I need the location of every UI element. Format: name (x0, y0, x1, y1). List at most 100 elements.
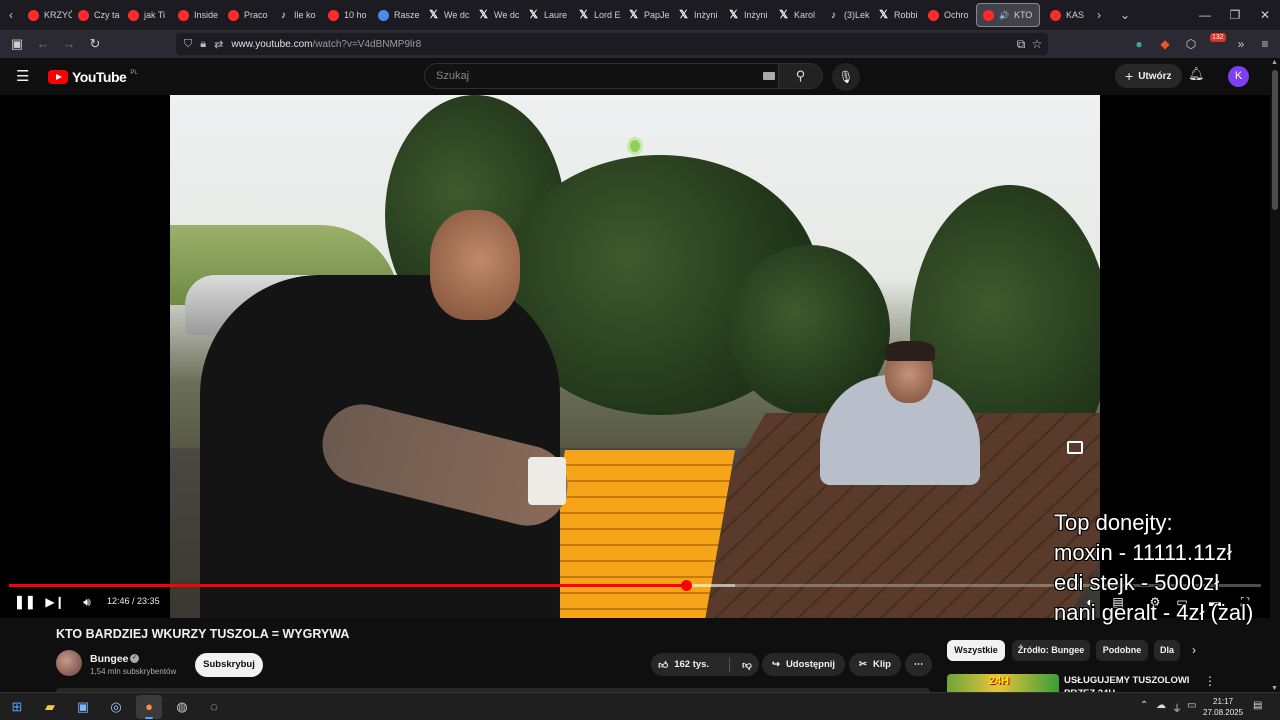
tab[interactable]: 𝕏 We dc (472, 0, 522, 30)
tab-scroll-left-icon[interactable]: ‹ (0, 8, 22, 22)
close-window-icon[interactable]: ✕ (1250, 0, 1280, 30)
like-button[interactable]: 👍︎ 162 tys. (658, 659, 709, 671)
video-frame[interactable] (170, 95, 1100, 618)
tab[interactable]: Ochro (922, 0, 972, 30)
app-icon[interactable]: ◍ (169, 695, 195, 719)
tab[interactable]: 𝕏 Robbi (872, 0, 922, 30)
extensions-icon[interactable]: ⬡ (1180, 33, 1202, 55)
tab[interactable]: Praco (222, 0, 272, 30)
chip-all[interactable]: Wszystkie (947, 640, 1005, 661)
list-all-tabs-icon[interactable]: ⌄ (1114, 8, 1136, 22)
tray-chevron-icon[interactable]: ⌃ (1140, 700, 1148, 711)
scroll-up-icon[interactable]: ▲ (1271, 59, 1278, 66)
guide-menu-icon[interactable]: ☰ (16, 67, 29, 85)
tab[interactable]: KRZYĆ (22, 0, 72, 30)
extension-shield-icon[interactable]: ● (1128, 33, 1150, 55)
usb-icon[interactable]: ⏚ (1172, 700, 1182, 715)
tab-active[interactable]: 🔊 KTO ✕ (976, 3, 1040, 27)
extension-fox-icon[interactable]: ◆ (1154, 33, 1176, 55)
channel-avatar[interactable] (56, 650, 82, 676)
tab[interactable]: Inside (172, 0, 222, 30)
file-explorer-icon[interactable]: ▰ (37, 695, 63, 719)
next-video-icon[interactable]: ▶❙ (45, 593, 65, 611)
overflow-menu-icon[interactable]: » (1230, 33, 1252, 55)
channel-name[interactable]: Bungee (90, 653, 129, 665)
page-scrollbar[interactable]: ▲ ▼ (1270, 58, 1280, 692)
tab-label: Ile ko (294, 10, 316, 20)
video-title: KTO BARDZIEJ WKURZY TUSZOLA = WYGRYWA (56, 627, 350, 641)
keyboard-icon[interactable] (763, 72, 775, 80)
shield-icon[interactable]: ⛉ (184, 38, 192, 51)
share-button[interactable]: ↪ Udostępnij (762, 653, 845, 676)
tab[interactable]: 𝕏 Lord E (572, 0, 622, 30)
tab[interactable]: 𝕏 Laure (522, 0, 572, 30)
search-input[interactable] (425, 70, 745, 82)
remote-desktop-icon[interactable]: ▣ (70, 695, 96, 719)
voice-search-button[interactable]: 🎙︎ (832, 63, 860, 91)
permissions-icon[interactable]: ⇄ (214, 38, 223, 51)
steam-icon[interactable]: ◎ (103, 695, 129, 719)
forward-icon[interactable]: → (57, 32, 81, 56)
more-actions-button[interactable]: ⋯ (905, 653, 932, 676)
x-icon: 𝕏 (629, 8, 638, 21)
tab[interactable]: 𝕏 Inżyni (722, 0, 772, 30)
app-icon[interactable]: ◌ (201, 695, 227, 719)
system-clock[interactable]: 21:17 27.08.2025 (1203, 696, 1243, 718)
tab[interactable]: jak Ti (122, 0, 172, 30)
tab-scroll-right-icon[interactable]: › (1088, 8, 1110, 22)
tab-next[interactable]: KAS (1044, 0, 1088, 30)
notifications-icon[interactable]: ▤ (1253, 700, 1262, 711)
url-bar[interactable]: ⛉ 🔒︎ ⇄ www.youtube.com/watch?v=V4dBNMP9l… (176, 33, 1048, 55)
thumbs-down-icon[interactable]: 👎︎ (742, 659, 752, 671)
restore-icon[interactable]: ❐ (1220, 0, 1250, 30)
speaker-icon[interactable]: 🔊 (999, 11, 1009, 20)
tab[interactable]: 𝕏 Inżyni (672, 0, 722, 30)
more-vert-icon[interactable]: ⋮ (1204, 674, 1216, 688)
subscribe-button[interactable]: Subskrybuj (195, 653, 263, 677)
minimize-icon[interactable]: — (1190, 0, 1220, 30)
firefox-icon[interactable]: ● (136, 695, 162, 719)
x-icon: 𝕏 (579, 8, 588, 21)
bookmark-star-icon[interactable]: ☆ (1026, 33, 1048, 55)
pause-icon[interactable]: ❚❚ (14, 593, 36, 611)
back-icon[interactable]: ← (31, 32, 55, 56)
clip-button[interactable]: ✂ Klip (849, 653, 901, 676)
tab[interactable]: 10 ho (322, 0, 372, 30)
recommended-thumbnail[interactable]: 24H (947, 674, 1059, 692)
chip-related[interactable]: Podobne (1096, 640, 1148, 661)
extension-badge-icon[interactable]: 132 (1206, 33, 1228, 55)
tab[interactable]: Rasze (372, 0, 422, 30)
tab-label: Praco (244, 10, 268, 20)
tab[interactable]: ♪ (3)Lek (822, 0, 872, 30)
chip-for-you[interactable]: Dla (1154, 640, 1180, 661)
notifications-bell-icon[interactable]: 🔔︎ (1188, 66, 1205, 82)
scroll-down-icon[interactable]: ▼ (1271, 685, 1278, 692)
close-tab-icon[interactable]: ✕ (1037, 10, 1039, 21)
youtube-icon (328, 9, 339, 21)
chevron-right-icon[interactable]: › (1192, 643, 1196, 657)
scrollbar-thumb[interactable] (1272, 70, 1278, 210)
volume-icon[interactable]: 🔊︎ (77, 593, 97, 611)
create-button[interactable]: + Utwórz (1115, 64, 1182, 88)
windows-start-icon[interactable]: ⊞ (4, 695, 30, 719)
onedrive-icon[interactable]: ☁ (1156, 700, 1166, 711)
network-icon[interactable]: ▭ (1187, 700, 1196, 711)
chip-source[interactable]: Źródło: Bungee (1012, 640, 1090, 661)
miniplayer-icon[interactable] (1067, 441, 1083, 454)
tab[interactable]: 𝕏 Karol (772, 0, 822, 30)
url-host: www.youtube.com (231, 38, 313, 50)
hamburger-menu-icon[interactable]: ≡ (1254, 33, 1276, 55)
tab[interactable]: 𝕏 PapJe (622, 0, 672, 30)
search-button[interactable]: ⚲ (778, 64, 822, 88)
youtube-logo[interactable]: YouTube PL (48, 69, 138, 85)
sidebar-toggle-icon[interactable]: ▣ (5, 32, 29, 56)
tab[interactable]: Czy ta (72, 0, 122, 30)
lock-icon[interactable]: 🔒︎ (200, 38, 206, 51)
account-avatar[interactable]: K (1228, 66, 1249, 87)
reload-icon[interactable]: ↻ (83, 32, 107, 56)
recommended-title[interactable]: USŁUGUJEMY TUSZOLOWI PRZEZ 24H (1064, 674, 1194, 692)
tab[interactable]: ♪ Ile ko (272, 0, 322, 30)
scene-person-hair (885, 341, 935, 361)
tab[interactable]: 𝕏 We dc (422, 0, 472, 30)
tab-label: (3)Lek (844, 10, 870, 20)
